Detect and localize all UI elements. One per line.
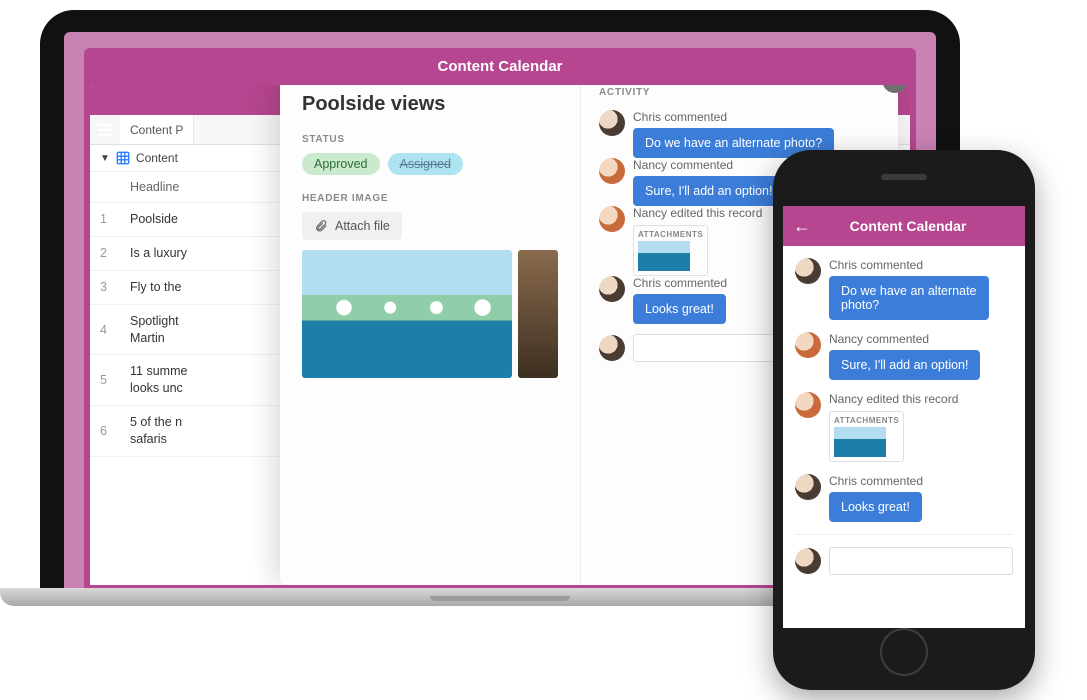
phone-screen: ← Content Calendar Chris commented Do we … bbox=[783, 206, 1025, 628]
avatar bbox=[599, 335, 625, 361]
tag-assigned[interactable]: Assigned bbox=[388, 153, 463, 175]
hamburger-icon[interactable] bbox=[90, 124, 120, 136]
activity-entry: Chris commented Do we have an alternate p… bbox=[795, 258, 1013, 320]
avatar bbox=[795, 392, 821, 418]
attachments-label: ATTACHMENTS bbox=[834, 416, 899, 425]
status-label: STATUS bbox=[302, 134, 558, 145]
grid-icon bbox=[116, 151, 130, 165]
activity-entry: Nancy edited this record ATTACHMENTS bbox=[795, 392, 1013, 462]
attach-file-button[interactable]: Attach file bbox=[302, 212, 402, 240]
row-number: 6 bbox=[100, 424, 130, 438]
row-number: 1 bbox=[100, 212, 130, 226]
record-title: Poolside views bbox=[302, 93, 558, 116]
close-icon: ✕ bbox=[889, 85, 901, 89]
laptop-notch bbox=[430, 596, 570, 601]
phone-activity-feed: Chris commented Do we have an alternate p… bbox=[783, 246, 1025, 628]
paperclip-icon bbox=[314, 219, 328, 233]
avatar bbox=[795, 258, 821, 284]
chevron-down-icon: ▼ bbox=[100, 153, 110, 164]
activity-title: Chris commented bbox=[829, 258, 1013, 272]
header-image-label: HEADER IMAGE bbox=[302, 193, 558, 204]
row-number: 4 bbox=[100, 323, 130, 337]
table-tab[interactable]: Content P bbox=[120, 115, 194, 144]
attachment-card[interactable]: ATTACHMENTS bbox=[829, 411, 904, 462]
comment-bubble: Looks great! bbox=[829, 492, 922, 522]
avatar bbox=[599, 276, 625, 302]
comment-input[interactable] bbox=[829, 547, 1013, 575]
activity-title: Nancy commented bbox=[829, 332, 1013, 346]
activity-title: Chris commented bbox=[829, 474, 1013, 488]
attachment-thumbnail bbox=[834, 427, 886, 457]
row-number: 3 bbox=[100, 280, 130, 294]
comment-composer bbox=[795, 547, 1013, 575]
attachments-label: ATTACHMENTS bbox=[638, 230, 703, 239]
view-name: Content bbox=[136, 151, 178, 165]
avatar bbox=[599, 158, 625, 184]
attachment-thumbnail bbox=[638, 241, 690, 271]
avatar bbox=[795, 474, 821, 500]
avatar bbox=[599, 110, 625, 136]
comment-bubble: Sure, I'll add an option! bbox=[829, 350, 980, 380]
record-details: Poolside views STATUS Approved Assigned … bbox=[280, 85, 580, 585]
row-number: 5 bbox=[100, 373, 130, 387]
tag-approved[interactable]: Approved bbox=[302, 153, 380, 175]
activity-entry: Nancy commented Sure, I'll add an option! bbox=[795, 332, 1013, 380]
activity-label: ACTIVITY bbox=[599, 87, 880, 98]
activity-title: Chris commented bbox=[633, 110, 880, 124]
comment-bubble: Sure, I'll add an option! bbox=[633, 176, 784, 206]
row-number: 2 bbox=[100, 246, 130, 260]
avatar bbox=[795, 332, 821, 358]
attach-label: Attach file bbox=[335, 219, 390, 233]
comment-bubble: Do we have an alternate photo? bbox=[829, 276, 989, 320]
phone-frame: ← Content Calendar Chris commented Do we … bbox=[773, 150, 1035, 690]
comment-bubble: Looks great! bbox=[633, 294, 726, 324]
attachment-card[interactable]: ATTACHMENTS bbox=[633, 225, 708, 276]
phone-title: Content Calendar bbox=[801, 218, 1015, 234]
activity-entry: Chris commented Looks great! bbox=[795, 474, 1013, 522]
image-attachments bbox=[302, 250, 558, 378]
app-title: Content Calendar bbox=[437, 58, 562, 75]
attachment-thumbnail[interactable] bbox=[518, 250, 558, 378]
phone-header: ← Content Calendar bbox=[783, 206, 1025, 246]
avatar bbox=[795, 548, 821, 574]
avatar bbox=[599, 206, 625, 232]
attachment-thumbnail[interactable] bbox=[302, 250, 512, 378]
app-title-bar: Content Calendar bbox=[84, 48, 916, 85]
activity-title: Nancy edited this record bbox=[829, 392, 1013, 406]
